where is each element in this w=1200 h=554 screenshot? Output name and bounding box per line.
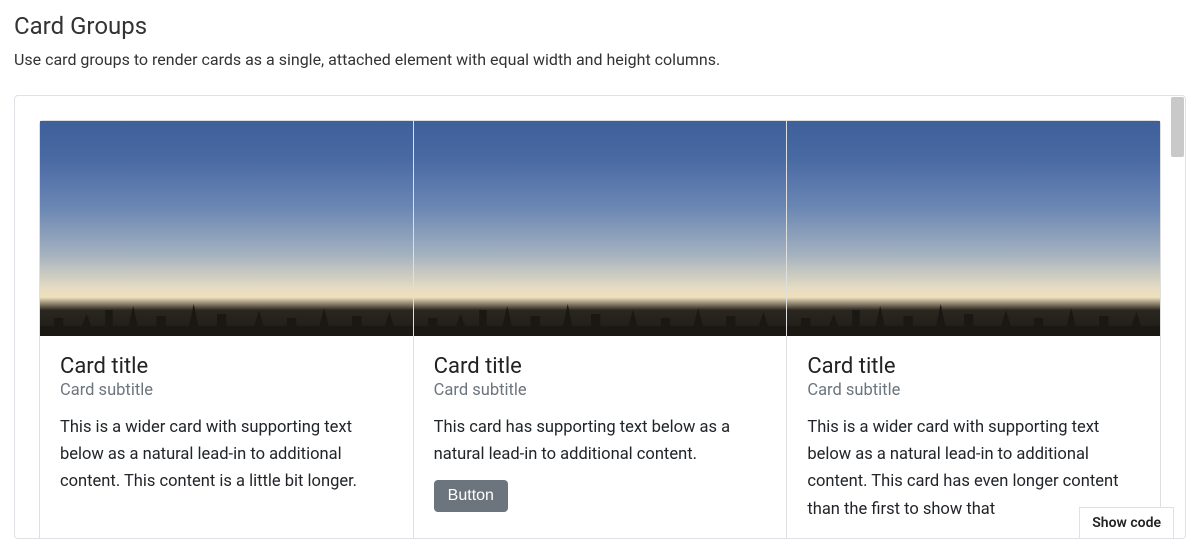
card-action-button[interactable]: Button <box>434 480 508 512</box>
card-subtitle: Card subtitle <box>807 381 1140 400</box>
card: Card title Card subtitle This card has s… <box>414 120 788 539</box>
show-code-button[interactable]: Show code <box>1079 507 1174 538</box>
example-frame: Card title Card subtitle This is a wider… <box>14 95 1186 539</box>
skyline-icon <box>40 296 413 336</box>
scrollbar-thumb[interactable] <box>1171 97 1184 157</box>
card: Card title Card subtitle This is a wider… <box>787 120 1161 539</box>
card: Card title Card subtitle This is a wider… <box>39 120 414 539</box>
card-body: Card title Card subtitle This is a wider… <box>40 336 413 526</box>
card-image <box>414 121 787 336</box>
section-heading: Card Groups <box>14 12 1186 40</box>
card-text: This card has supporting text below as a… <box>434 414 767 468</box>
card-image <box>40 121 413 336</box>
section-description: Use card groups to render cards as a sin… <box>14 50 1186 69</box>
card-text: This is a wider card with supporting tex… <box>60 414 393 496</box>
skyline-icon <box>414 296 787 336</box>
card-subtitle: Card subtitle <box>434 381 767 400</box>
skyline-icon <box>787 296 1160 336</box>
card-title: Card title <box>807 354 1140 379</box>
card-image <box>787 121 1160 336</box>
card-subtitle: Card subtitle <box>60 381 393 400</box>
card-group: Card title Card subtitle This is a wider… <box>39 120 1161 539</box>
card-title: Card title <box>60 354 393 379</box>
card-title: Card title <box>434 354 767 379</box>
card-body: Card title Card subtitle This card has s… <box>414 336 787 530</box>
